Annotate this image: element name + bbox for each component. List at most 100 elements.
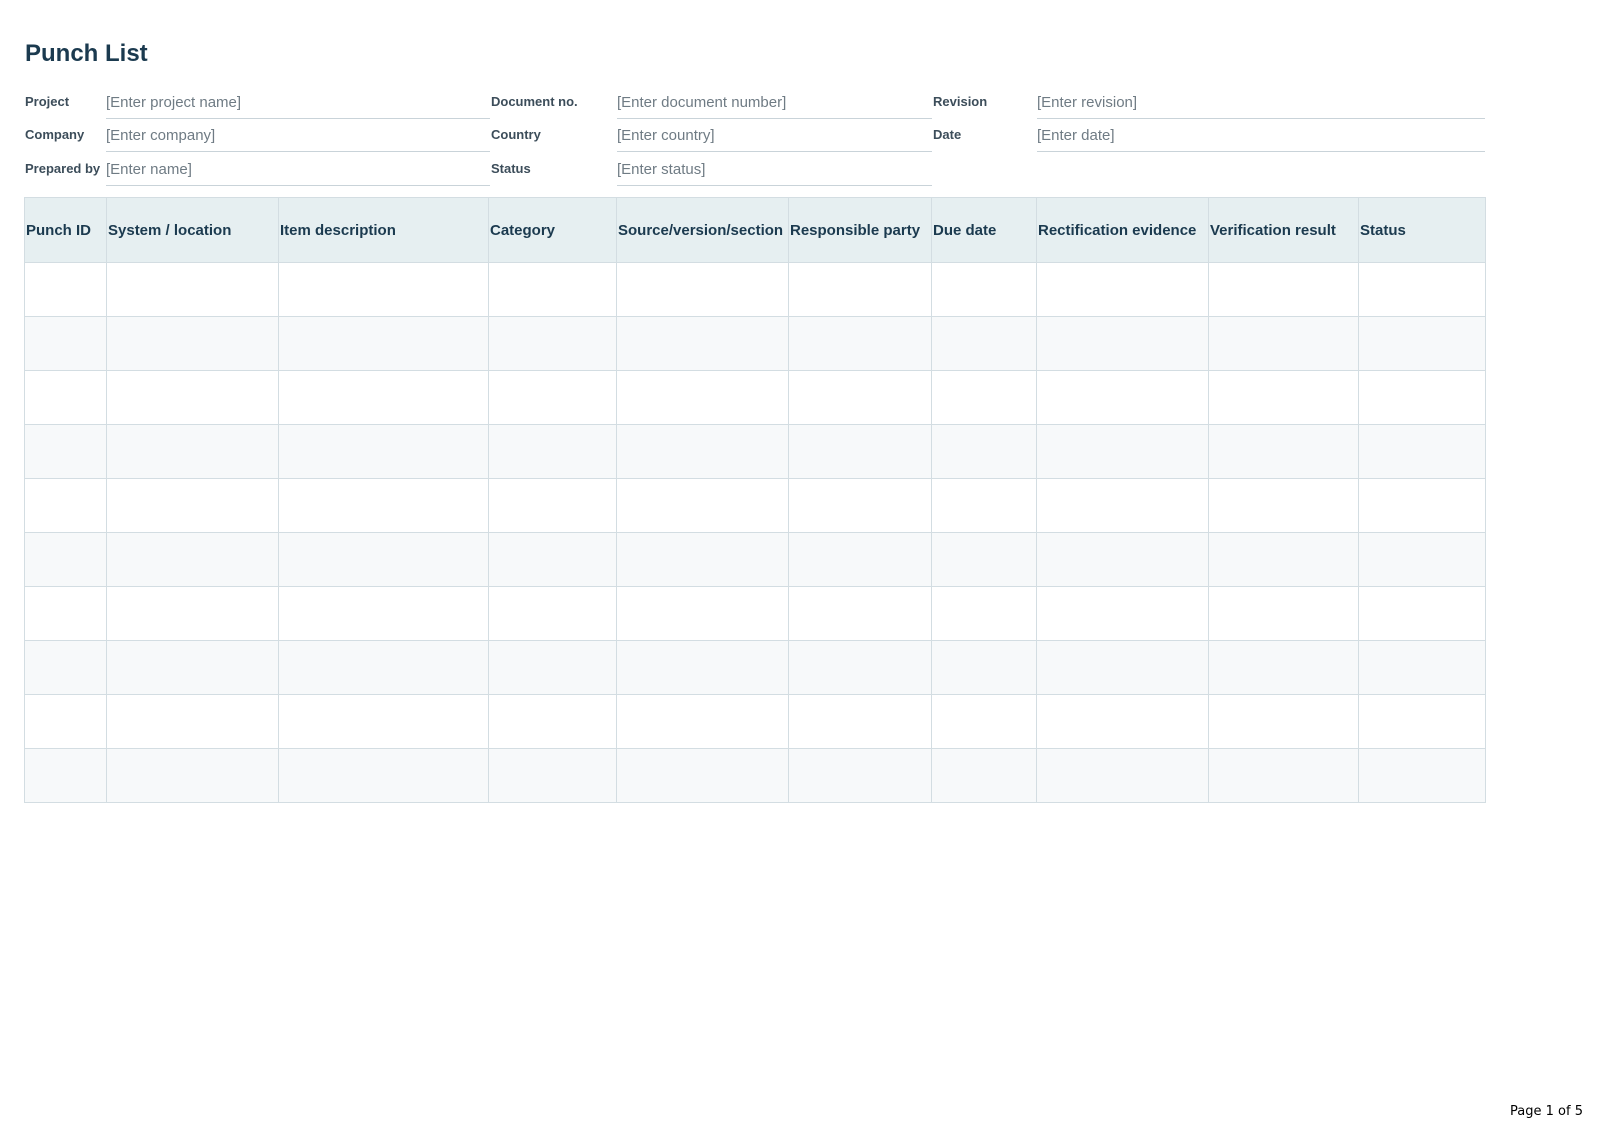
table-cell[interactable] xyxy=(616,640,789,695)
table-cell[interactable] xyxy=(1358,370,1486,425)
table-cell[interactable] xyxy=(788,478,932,533)
table-cell[interactable] xyxy=(24,262,107,317)
table-cell[interactable] xyxy=(1036,316,1209,371)
table-cell[interactable] xyxy=(278,424,489,479)
table-cell[interactable] xyxy=(1208,316,1359,371)
table-cell[interactable] xyxy=(1208,694,1359,749)
column-header-system-location[interactable]: System / location xyxy=(106,197,279,263)
column-header-status[interactable]: Status xyxy=(1358,197,1486,263)
table-cell[interactable] xyxy=(488,370,617,425)
table-cell[interactable] xyxy=(1036,262,1209,317)
table-cell[interactable] xyxy=(106,478,279,533)
column-header-verification-result[interactable]: Verification result xyxy=(1208,197,1359,263)
table-cell[interactable] xyxy=(931,316,1037,371)
revision-field[interactable]: [Enter revision] xyxy=(1037,93,1485,119)
column-header-due-date[interactable]: Due date xyxy=(931,197,1037,263)
table-cell[interactable] xyxy=(1036,478,1209,533)
table-cell[interactable] xyxy=(788,316,932,371)
table-cell[interactable] xyxy=(278,640,489,695)
table-cell[interactable] xyxy=(24,424,107,479)
table-cell[interactable] xyxy=(1036,424,1209,479)
table-cell[interactable] xyxy=(278,694,489,749)
company-field[interactable]: [Enter company] xyxy=(106,126,490,152)
table-cell[interactable] xyxy=(278,316,489,371)
table-cell[interactable] xyxy=(488,694,617,749)
table-cell[interactable] xyxy=(616,748,789,803)
column-header-item-description[interactable]: Item description xyxy=(278,197,489,263)
table-cell[interactable] xyxy=(616,424,789,479)
table-cell[interactable] xyxy=(616,262,789,317)
table-cell[interactable] xyxy=(488,262,617,317)
table-cell[interactable] xyxy=(1036,586,1209,641)
column-header-responsible-party[interactable]: Responsible party xyxy=(788,197,932,263)
table-cell[interactable] xyxy=(106,694,279,749)
table-cell[interactable] xyxy=(1208,424,1359,479)
table-cell[interactable] xyxy=(106,586,279,641)
column-header-punch-id[interactable]: Punch ID xyxy=(24,197,107,263)
table-cell[interactable] xyxy=(106,370,279,425)
column-header-rectification-evidence[interactable]: Rectification evidence xyxy=(1036,197,1209,263)
table-cell[interactable] xyxy=(106,532,279,587)
table-cell[interactable] xyxy=(106,262,279,317)
table-cell[interactable] xyxy=(931,424,1037,479)
table-cell[interactable] xyxy=(24,370,107,425)
table-cell[interactable] xyxy=(1208,478,1359,533)
table-cell[interactable] xyxy=(106,424,279,479)
table-cell[interactable] xyxy=(931,640,1037,695)
table-cell[interactable] xyxy=(1358,478,1486,533)
table-cell[interactable] xyxy=(1358,586,1486,641)
table-cell[interactable] xyxy=(616,694,789,749)
table-cell[interactable] xyxy=(1358,694,1486,749)
column-header-source-version-section[interactable]: Source/version/section xyxy=(616,197,789,263)
table-cell[interactable] xyxy=(1036,370,1209,425)
table-cell[interactable] xyxy=(488,478,617,533)
table-cell[interactable] xyxy=(1036,748,1209,803)
table-cell[interactable] xyxy=(24,316,107,371)
table-cell[interactable] xyxy=(24,532,107,587)
table-cell[interactable] xyxy=(1358,532,1486,587)
table-cell[interactable] xyxy=(788,370,932,425)
table-cell[interactable] xyxy=(1358,424,1486,479)
table-cell[interactable] xyxy=(1208,640,1359,695)
table-cell[interactable] xyxy=(278,370,489,425)
table-cell[interactable] xyxy=(278,262,489,317)
table-cell[interactable] xyxy=(931,370,1037,425)
table-cell[interactable] xyxy=(1358,640,1486,695)
table-cell[interactable] xyxy=(931,586,1037,641)
column-header-category[interactable]: Category xyxy=(488,197,617,263)
table-cell[interactable] xyxy=(488,532,617,587)
table-cell[interactable] xyxy=(278,532,489,587)
table-cell[interactable] xyxy=(1208,748,1359,803)
table-cell[interactable] xyxy=(616,532,789,587)
table-cell[interactable] xyxy=(488,316,617,371)
table-cell[interactable] xyxy=(24,694,107,749)
table-cell[interactable] xyxy=(106,748,279,803)
table-cell[interactable] xyxy=(1036,532,1209,587)
table-cell[interactable] xyxy=(488,640,617,695)
table-cell[interactable] xyxy=(278,586,489,641)
table-cell[interactable] xyxy=(931,478,1037,533)
table-cell[interactable] xyxy=(106,640,279,695)
table-cell[interactable] xyxy=(931,748,1037,803)
table-cell[interactable] xyxy=(1358,262,1486,317)
document-no-field[interactable]: [Enter document number] xyxy=(617,93,932,119)
table-cell[interactable] xyxy=(788,424,932,479)
table-cell[interactable] xyxy=(1036,640,1209,695)
table-cell[interactable] xyxy=(616,316,789,371)
table-cell[interactable] xyxy=(488,586,617,641)
table-cell[interactable] xyxy=(1208,532,1359,587)
table-cell[interactable] xyxy=(1036,694,1209,749)
table-cell[interactable] xyxy=(1208,370,1359,425)
table-cell[interactable] xyxy=(1208,586,1359,641)
table-cell[interactable] xyxy=(488,748,617,803)
table-cell[interactable] xyxy=(788,694,932,749)
table-cell[interactable] xyxy=(24,748,107,803)
table-cell[interactable] xyxy=(931,532,1037,587)
table-cell[interactable] xyxy=(278,478,489,533)
status-field[interactable]: [Enter status] xyxy=(617,160,932,186)
table-cell[interactable] xyxy=(488,424,617,479)
table-cell[interactable] xyxy=(616,370,789,425)
table-cell[interactable] xyxy=(24,586,107,641)
table-cell[interactable] xyxy=(1358,316,1486,371)
table-cell[interactable] xyxy=(24,640,107,695)
